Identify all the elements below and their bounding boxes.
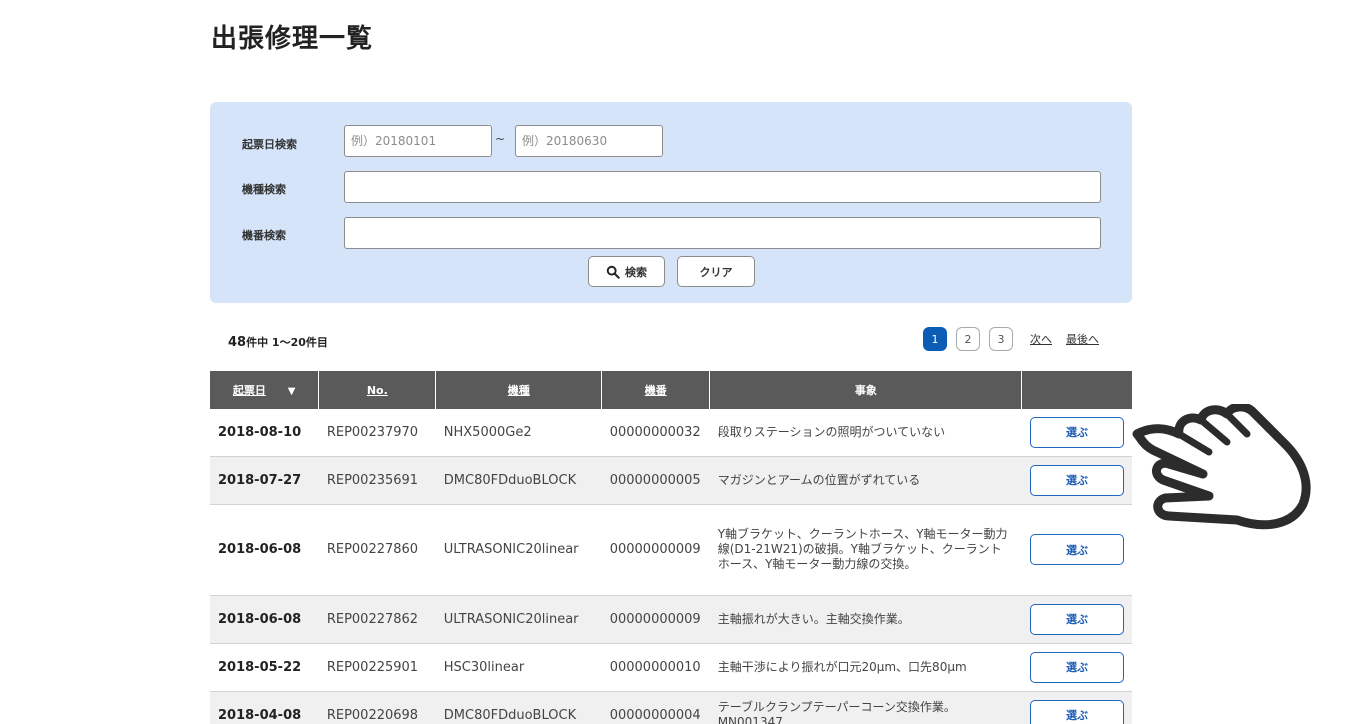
row-date: 2018-06-08 — [210, 595, 319, 644]
header-no[interactable]: No. — [318, 371, 437, 409]
table-body: 2018-08-10 REP00237970 NHX5000Ge2 000000000… — [210, 409, 1132, 724]
row-no: REP00225901 — [318, 643, 436, 692]
model-search-input[interactable] — [344, 171, 1101, 203]
page-button-1[interactable]: 1 — [923, 327, 947, 351]
row-date: 2018-05-22 — [210, 643, 319, 692]
table-row: 2018-05-22 REP00225901 HSC30linear 00000000… — [210, 643, 1132, 692]
last-page-link[interactable]: 最後へ — [1066, 331, 1099, 347]
table-row: 2018-04-08 REP00220698 DMC80FDduoBLOCK 0000… — [210, 691, 1132, 724]
row-no: REP00220698 — [318, 691, 436, 724]
row-event: 段取りステーションの照明がついていない — [709, 409, 1022, 457]
row-serial: 00000000009 — [601, 595, 710, 644]
row-action: 選ぶ — [1021, 691, 1132, 724]
row-action: 選ぶ — [1021, 595, 1132, 644]
row-no: REP00235691 — [318, 456, 436, 505]
row-event: テーブルクランプテーパーコーン交換作業。MN001347 — [709, 691, 1022, 724]
date-search-label: 起票日検索 — [242, 138, 297, 151]
row-date: 2018-04-08 — [210, 691, 319, 724]
header-serial-label[interactable]: 機番 — [645, 384, 667, 397]
table-row: 2018-07-27 REP00235691 DMC80FDduoBLOCK 0000… — [210, 456, 1132, 505]
row-event: マガジンとアームの位置がずれている — [709, 456, 1022, 505]
select-button[interactable]: 選ぶ — [1029, 651, 1124, 683]
result-count-text: 件中 1～20件目 — [246, 336, 328, 349]
row-action: 選ぶ — [1021, 456, 1132, 505]
select-button[interactable]: 選ぶ — [1029, 464, 1124, 496]
row-model: DMC80FDduoBLOCK — [435, 456, 602, 505]
header-no-label[interactable]: No. — [367, 384, 388, 397]
page-title: 出張修理一覧 — [211, 24, 374, 54]
result-count-number: 48 — [228, 335, 247, 350]
page-button-2[interactable]: 2 — [956, 327, 980, 351]
result-count: 48件中 1～20件目 — [228, 334, 328, 350]
next-page-link[interactable]: 次へ — [1030, 331, 1052, 347]
table-row: 2018-06-08 REP00227862 ULTRASONIC20linear 0… — [210, 595, 1132, 644]
header-action — [1021, 371, 1132, 409]
row-action: 選ぶ — [1021, 409, 1132, 457]
row-event: Y軸ブラケット、クーラントホース、Y軸モーター動力線(D1-21W21)の破損。… — [709, 504, 1022, 596]
table-header-row: 起票日 ▼ No. 機種 機番 事象 — [210, 371, 1132, 409]
row-action: 選ぶ — [1021, 643, 1132, 692]
select-button[interactable]: 選ぶ — [1029, 699, 1124, 724]
row-event: 主軸干渉により振れが口元20μm、口先80μm — [709, 643, 1022, 692]
search-icon — [606, 265, 620, 279]
select-button[interactable]: 選ぶ — [1029, 534, 1124, 565]
header-model-label[interactable]: 機種 — [508, 384, 530, 397]
date-from-input[interactable] — [344, 125, 492, 157]
repair-table: 起票日 ▼ No. 機種 機番 事象 2018-08-10 REP00237970… — [210, 371, 1132, 724]
row-date: 2018-07-27 — [210, 456, 319, 505]
pagination: 1 2 3 次へ 最後へ — [923, 327, 1105, 351]
page-button-3[interactable]: 3 — [989, 327, 1013, 351]
serial-search-input[interactable] — [344, 217, 1101, 249]
table-row: 2018-06-08 REP00227860 ULTRASONIC20linear 0… — [210, 504, 1132, 596]
date-to-input[interactable] — [515, 125, 663, 157]
row-serial: 00000000005 — [601, 456, 710, 505]
row-model: DMC80FDduoBLOCK — [435, 691, 602, 724]
search-button-label: 検索 — [625, 265, 647, 279]
row-serial: 00000000004 — [601, 691, 710, 724]
row-no: REP00237970 — [318, 409, 436, 457]
header-date[interactable]: 起票日 ▼ — [210, 371, 320, 409]
row-serial: 00000000032 — [601, 409, 710, 457]
select-button[interactable]: 選ぶ — [1029, 603, 1124, 635]
row-action: 選ぶ — [1021, 504, 1132, 596]
header-event: 事象 — [709, 371, 1023, 409]
clear-button-label: クリア — [699, 265, 733, 279]
row-model: HSC30linear — [435, 643, 602, 692]
row-model: ULTRASONIC20linear — [435, 504, 602, 596]
header-serial[interactable]: 機番 — [601, 371, 711, 409]
select-button[interactable]: 選ぶ — [1029, 416, 1124, 448]
row-serial: 00000000010 — [601, 643, 710, 692]
model-search-label: 機種検索 — [242, 183, 286, 196]
row-serial: 00000000009 — [601, 504, 710, 596]
header-date-label[interactable]: 起票日 — [233, 384, 266, 397]
table-row: 2018-08-10 REP00237970 NHX5000Ge2 000000000… — [210, 409, 1132, 457]
date-separator: ~ — [495, 132, 506, 146]
row-no: REP00227862 — [318, 595, 436, 644]
serial-search-label: 機番検索 — [242, 229, 286, 242]
row-date: 2018-08-10 — [210, 409, 319, 457]
search-button[interactable]: 検索 — [588, 256, 665, 287]
sort-desc-icon: ▼ — [287, 386, 296, 397]
header-model[interactable]: 機種 — [435, 371, 603, 409]
row-model: NHX5000Ge2 — [435, 409, 602, 457]
row-date: 2018-06-08 — [210, 504, 319, 596]
clear-button[interactable]: クリア — [677, 256, 755, 287]
hand-pointer-icon — [1132, 404, 1311, 530]
search-panel: 起票日検索 ~ 機種検索 機番検索 検索 クリア — [210, 102, 1132, 303]
header-event-label: 事象 — [854, 384, 877, 397]
row-event: 主軸振れが大きい。主軸交換作業。 — [709, 595, 1022, 644]
row-no: REP00227860 — [318, 504, 436, 596]
row-model: ULTRASONIC20linear — [435, 595, 602, 644]
